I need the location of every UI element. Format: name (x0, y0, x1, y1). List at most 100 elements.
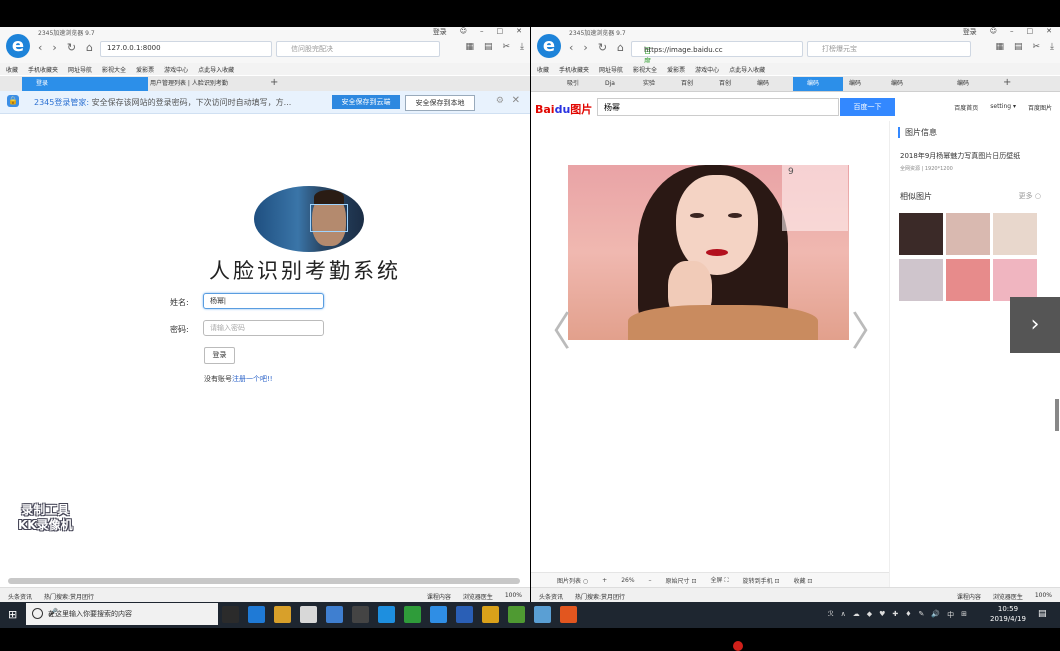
tray-icon[interactable]: ⊞ (961, 610, 967, 620)
status-news[interactable]: 头条资讯 (8, 592, 32, 601)
app-icon[interactable] (560, 606, 577, 623)
save-cloud-button[interactable]: 安全保存到云端 (332, 95, 400, 109)
name-input[interactable] (203, 293, 324, 309)
settings-link[interactable]: setting ▾ (990, 103, 1016, 112)
thumbnail[interactable] (946, 213, 990, 255)
tray-icon[interactable]: ◆ (867, 610, 872, 620)
maximize-button[interactable]: □ (1027, 27, 1034, 37)
tray-icon[interactable]: ✎ (919, 610, 925, 620)
fav-item[interactable]: 点此导入收藏 (198, 65, 234, 74)
sublime-icon[interactable] (482, 606, 499, 623)
reader-icon[interactable]: ▤ (484, 42, 493, 52)
maximize-button[interactable]: □ (497, 27, 504, 37)
home-icon[interactable]: ⌂ (86, 41, 93, 54)
forward-icon[interactable]: › (52, 41, 56, 54)
home-icon[interactable]: ⌂ (617, 41, 624, 54)
thumbnail[interactable] (993, 213, 1037, 255)
login-submit-button[interactable]: 登录 (204, 347, 235, 364)
fav-item[interactable]: 游戏中心 (164, 65, 188, 74)
status-hot-search[interactable]: 热门搜索:赏月团行 (575, 592, 625, 601)
password-input[interactable] (203, 320, 324, 336)
tray-icon[interactable]: ☁ (853, 610, 860, 620)
search-box[interactable]: 打榜爆元宝 (807, 41, 971, 57)
close-button[interactable]: ✕ (516, 27, 522, 37)
status-zoom[interactable]: 100% (505, 592, 522, 601)
tray-icon[interactable]: ℛ (828, 610, 834, 620)
app-icon[interactable] (508, 606, 525, 623)
skin-icon[interactable]: ☺ (990, 27, 997, 37)
status-doctor[interactable]: 浏览器医生 (993, 592, 1023, 601)
vertical-scrollbar[interactable] (1055, 399, 1059, 431)
browser-2345-icon[interactable] (378, 606, 395, 623)
status-doctor[interactable]: 浏览器医生 (463, 592, 493, 601)
main-photo[interactable]: 9 (568, 165, 849, 340)
baidu-home-link[interactable]: 百度首页 (954, 103, 978, 112)
file-explorer-icon[interactable] (274, 606, 291, 623)
thumbnail[interactable] (993, 259, 1037, 301)
skin-icon[interactable]: ☺ (460, 27, 467, 37)
fav-item[interactable]: 收藏 (6, 65, 18, 74)
image-description[interactable]: 2018年9月杨幂魅力写真图片日历壁纸 (900, 151, 1020, 161)
fav-item[interactable]: 手机收藏夹 (559, 65, 589, 74)
horizontal-scrollbar[interactable] (8, 578, 520, 584)
task-view-icon[interactable] (222, 606, 239, 623)
fav-item[interactable]: 爱影票 (136, 65, 154, 74)
fav-item[interactable]: 游戏中心 (695, 65, 719, 74)
refresh-icon[interactable]: ↻ (67, 41, 76, 54)
word-icon[interactable] (456, 606, 473, 623)
app-icon[interactable] (430, 606, 447, 623)
back-icon[interactable]: ‹ (569, 41, 573, 54)
reader-icon[interactable]: ▤ (1014, 42, 1023, 52)
store-icon[interactable] (300, 606, 317, 623)
send-to-phone-button[interactable]: 旋转到手机 ⊡ (743, 576, 780, 585)
fav-item[interactable]: 网址导航 (599, 65, 623, 74)
tab-user-list[interactable]: 用户管理列表 | 人脸识别考勤 (136, 77, 268, 91)
fav-item[interactable]: 收藏 (537, 65, 549, 74)
status-zoom[interactable]: 100% (1035, 592, 1052, 601)
scissors-icon[interactable]: ✂ (1032, 42, 1040, 52)
ime-icon[interactable]: 中 (947, 610, 954, 620)
original-size-button[interactable]: 原始尺寸 ⊡ (666, 576, 697, 585)
tray-icon[interactable]: ♥ (879, 610, 885, 620)
fav-item[interactable]: 网址导航 (68, 65, 92, 74)
tray-icon[interactable]: ✚ (892, 610, 898, 620)
app-icon[interactable] (534, 606, 551, 623)
windows-start-icon[interactable]: ⊞ (8, 608, 17, 621)
gear-icon[interactable]: ⚙ (496, 96, 504, 106)
terminal-icon[interactable] (352, 606, 369, 623)
baidu-search-button[interactable]: 百度一下 (840, 98, 895, 116)
tray-expand-icon[interactable]: ∧ (841, 610, 846, 620)
mail-icon[interactable] (326, 606, 343, 623)
apps-icon[interactable]: ▦ (995, 42, 1004, 52)
prev-image-icon[interactable]: 〈 (531, 299, 571, 357)
tab-item[interactable]: 编码 (877, 77, 927, 91)
more-link[interactable]: 更多 ○ (1019, 191, 1041, 201)
zoom-out-button[interactable]: – (649, 577, 652, 584)
status-news[interactable]: 头条资讯 (539, 592, 563, 601)
thumbnail[interactable] (946, 259, 990, 301)
login-button[interactable]: 登录 (433, 27, 447, 37)
tab-item[interactable]: 编码 (743, 77, 793, 91)
close-icon[interactable]: ✕ (512, 95, 520, 106)
image-list-button[interactable]: 图片列表 ○ (557, 576, 588, 585)
taskbar-search[interactable]: 在这里输入你要搜索的内容 🎤 (26, 603, 218, 625)
scissors-icon[interactable]: ✂ (502, 42, 510, 52)
status-course[interactable]: 课程内容 (957, 592, 981, 601)
save-local-button[interactable]: 安全保存到本地 (405, 95, 475, 111)
volume-icon[interactable]: 🔊 (931, 610, 940, 620)
new-tab-icon[interactable]: + (1003, 77, 1011, 88)
pycharm-icon[interactable] (404, 606, 421, 623)
minimize-button[interactable]: – (1010, 27, 1014, 37)
baidu-images-link[interactable]: 百度图片 (1028, 103, 1052, 112)
thumbnail[interactable] (899, 259, 943, 301)
register-link[interactable]: 注册一个吧!! (232, 375, 273, 383)
next-page-button[interactable]: › (1010, 297, 1060, 353)
collect-button[interactable]: 收藏 ⊡ (794, 576, 813, 585)
login-button[interactable]: 登录 (963, 27, 977, 37)
fav-item[interactable]: 手机收藏夹 (28, 65, 58, 74)
close-button[interactable]: ✕ (1046, 27, 1052, 37)
apps-icon[interactable]: ▦ (465, 42, 474, 52)
fullscreen-button[interactable]: 全屏 ⛶ (710, 575, 728, 585)
forward-icon[interactable]: › (583, 41, 587, 54)
fav-item[interactable]: 点此导入收藏 (729, 65, 765, 74)
